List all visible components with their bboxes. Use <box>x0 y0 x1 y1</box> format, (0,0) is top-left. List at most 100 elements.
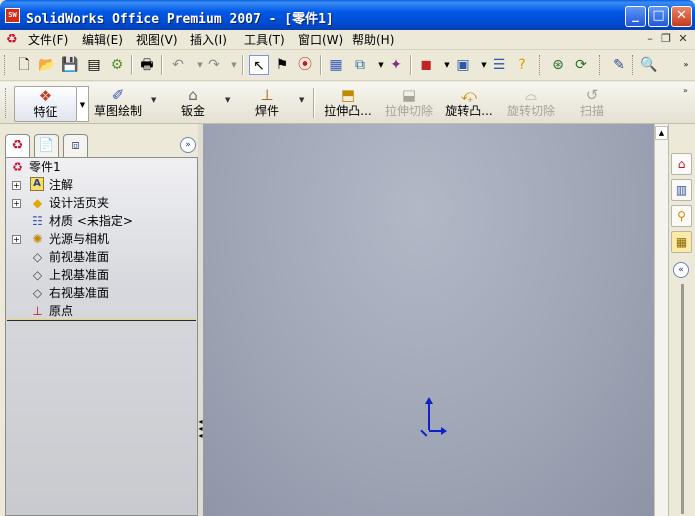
doc-close-button[interactable]: ✕ <box>676 32 690 46</box>
rotate-component-icon[interactable]: ⟳ <box>571 55 591 75</box>
expand-icon[interactable]: + <box>12 235 21 244</box>
taskpane-home-icon[interactable]: ⌂ <box>671 153 692 175</box>
print-preview-icon[interactable]: ▤ <box>84 55 104 75</box>
command-label: 钣金 <box>180 104 205 118</box>
material-icon: ☷ <box>32 214 43 228</box>
menu-edit[interactable]: 编辑(E) <box>82 32 123 48</box>
task-pane: ⌂ ▥ ⚲ ▦ « <box>668 124 695 516</box>
command-tab-sheet-metal[interactable]: ⌂ 钣金 <box>178 86 208 118</box>
command-tab-sketch[interactable]: ✐ 草图绘制 <box>94 86 142 118</box>
tree-root[interactable]: ♻ 零件1 <box>9 159 129 175</box>
command-manager: ❖ 特征 ▼ ✐ 草图绘制 ▼ ⌂ 钣金 ▼ ⊥ 焊件 ▼ ⬒ 拉伸凸... ⬓… <box>0 82 695 124</box>
command-overflow-icon[interactable]: » <box>683 86 688 95</box>
taskpane-resources-icon[interactable]: ▥ <box>671 179 692 201</box>
save-icon[interactable]: 💾 <box>60 55 80 75</box>
tree-node-label: 原点 <box>49 304 74 318</box>
command-manager-grip[interactable] <box>5 88 8 118</box>
revolved-boss-button[interactable]: ⤽ 旋转凸... <box>442 86 496 118</box>
sketch-dropdown-icon[interactable]: ▼ <box>151 96 156 104</box>
tree-node-material[interactable]: ☷ 材质 <未指定> <box>12 213 152 229</box>
tab-feature-manager[interactable]: ♻ <box>5 134 30 158</box>
command-tab-features[interactable]: ❖ 特征 <box>14 86 77 122</box>
redo-dropdown-icon[interactable]: ▼ <box>224 55 244 75</box>
graphics-area[interactable] <box>203 124 654 516</box>
command-tab-weldments[interactable]: ⊥ 焊件 <box>252 86 282 118</box>
tree-node-lights-cameras[interactable]: + ✺ 光源与相机 <box>12 231 132 247</box>
tree-node-right-plane[interactable]: ◇ 右视基准面 <box>12 285 132 301</box>
properties-icon[interactable]: ☰ <box>489 55 509 75</box>
expand-icon[interactable]: + <box>12 199 21 208</box>
sweep-button[interactable]: ↺ 扫描 <box>578 86 606 118</box>
tab-property-manager[interactable]: 📄 <box>34 134 59 158</box>
new-document-icon[interactable]: 🗋 <box>14 55 34 75</box>
undo-icon[interactable]: ↶ <box>168 55 188 75</box>
rebuild-icon[interactable]: ⦿ <box>295 55 315 75</box>
toolbar-grip[interactable] <box>539 55 542 75</box>
taskpane-divider <box>681 284 684 514</box>
doc-restore-button[interactable]: ❐ <box>659 32 673 46</box>
extrude-cut-icon: ⬓ <box>401 86 417 104</box>
toolbar-overflow-icon[interactable]: » <box>676 55 695 75</box>
view-orientation-icon[interactable]: ⧉ <box>350 55 370 75</box>
viewport-scrollbar[interactable]: ▲ <box>654 124 668 516</box>
open-folder-icon[interactable]: 📂 <box>37 55 57 75</box>
select-arrow-icon[interactable]: ↖ <box>249 55 269 75</box>
features-dropdown-icon[interactable]: ▼ <box>77 86 89 122</box>
lights-cameras-icon: ✺ <box>32 232 43 246</box>
select-filter-icon[interactable]: ⚑ <box>272 55 292 75</box>
tree-node-front-plane[interactable]: ◇ 前视基准面 <box>12 249 132 265</box>
help-icon[interactable]: ? <box>512 55 532 75</box>
tree-node-annotations[interactable]: + A 注解 <box>12 177 132 193</box>
appearance-icon[interactable]: ◼ <box>416 55 436 75</box>
solidworks-logo-icon[interactable]: SW <box>5 8 20 23</box>
menu-file[interactable]: 文件(F) <box>28 32 68 48</box>
redo-icon[interactable]: ↷ <box>204 55 224 75</box>
toolbar-grip[interactable] <box>4 55 7 75</box>
command-label: 拉伸切除 <box>384 104 433 118</box>
solidworks-menu-icon[interactable]: ♻ <box>6 32 22 47</box>
options-icon[interactable]: ⚙ <box>107 55 127 75</box>
measure-icon[interactable]: ✎ <box>609 55 629 75</box>
tree-node-design-binder[interactable]: + ◆ 设计活页夹 <box>12 195 132 211</box>
design-binder-icon: ◆ <box>32 196 43 210</box>
toolbar-grip[interactable] <box>599 55 602 75</box>
expand-icon[interactable]: + <box>12 181 21 190</box>
command-separator <box>313 88 315 118</box>
sheet-metal-dropdown-icon[interactable]: ▼ <box>225 96 230 104</box>
maximize-button[interactable]: □ <box>648 6 669 27</box>
close-button[interactable]: ✕ <box>671 6 692 27</box>
grid-icon[interactable]: ▦ <box>326 55 346 75</box>
extruded-boss-button[interactable]: ⬒ 拉伸凸... <box>321 86 375 118</box>
tree-node-top-plane[interactable]: ◇ 上视基准面 <box>12 267 132 283</box>
menu-tools[interactable]: 工具(T) <box>244 32 285 48</box>
rollback-bar[interactable] <box>7 319 196 321</box>
scroll-up-icon[interactable]: ▲ <box>655 126 668 140</box>
extruded-cut-button[interactable]: ⬓ 拉伸切除 <box>384 86 434 118</box>
view-section-icon[interactable]: ▣ <box>453 55 473 75</box>
menu-insert[interactable]: 插入(I) <box>190 32 227 48</box>
zoom-icon[interactable]: 🔍 <box>639 55 659 75</box>
menu-window[interactable]: 窗口(W) <box>298 32 343 48</box>
weldments-dropdown-icon[interactable]: ▼ <box>299 96 304 104</box>
minimize-button[interactable]: _ <box>625 6 646 27</box>
tree-node-origin[interactable]: ⊥ 原点 <box>12 303 132 319</box>
taskpane-search-icon[interactable]: ⚲ <box>671 205 692 227</box>
toolbar-grip[interactable] <box>632 55 635 75</box>
tab-configuration-manager[interactable]: ⧈ <box>63 134 88 158</box>
title-bar[interactable]: SW SolidWorks Office Premium 2007 - [零件1… <box>0 0 695 30</box>
weldment-icon: ⊥ <box>260 86 274 104</box>
extrude-boss-icon: ⬒ <box>340 86 356 104</box>
panel-expand-icon[interactable]: » <box>180 137 196 153</box>
taskpane-collapse-icon[interactable]: « <box>673 262 689 278</box>
part-icon: ♻ <box>12 160 23 174</box>
doc-minimize-button[interactable]: – <box>643 32 657 46</box>
taskpane-library-icon[interactable]: ▦ <box>671 231 692 253</box>
menu-view[interactable]: 视图(V) <box>136 32 178 48</box>
command-label: 特征 <box>33 105 58 119</box>
menu-help[interactable]: 帮助(H) <box>352 32 394 48</box>
display-style-icon[interactable]: ✦ <box>386 55 406 75</box>
print-icon[interactable]: 🖶 <box>137 55 157 75</box>
revolved-cut-button[interactable]: ⌓ 旋转切除 <box>506 86 556 118</box>
revolve-cut-icon: ⌓ <box>525 86 537 104</box>
mate-icon[interactable]: ⊛ <box>548 55 568 75</box>
